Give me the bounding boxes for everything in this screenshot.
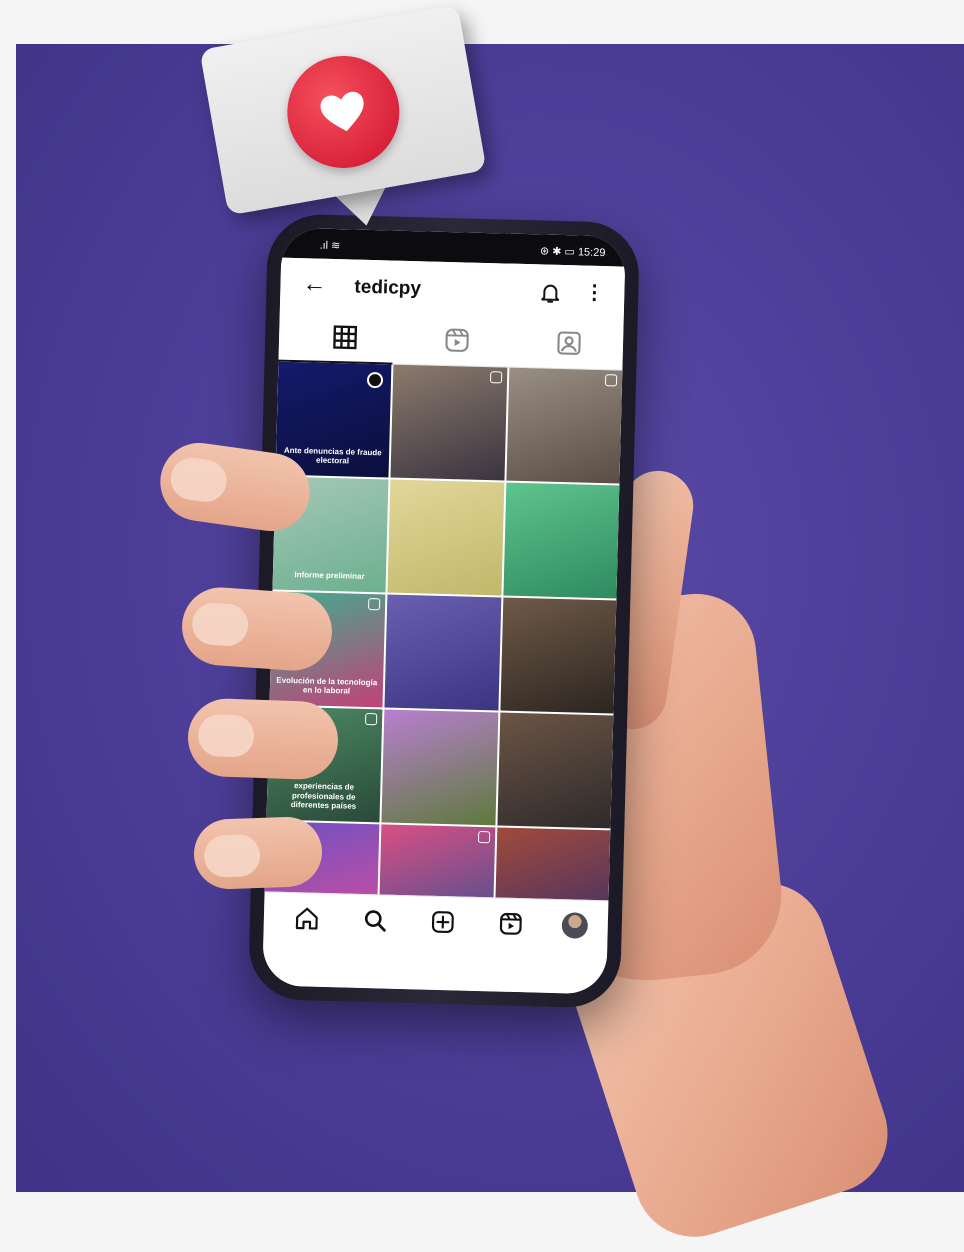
grid-post[interactable] [390, 364, 508, 481]
fingernail [190, 601, 250, 648]
profile-username: tedicpy [354, 276, 422, 300]
status-clock: ⊛ ✱ ▭ 15:29 [539, 245, 606, 260]
gesture-bar-area [262, 941, 608, 995]
reel-badge-icon [477, 830, 490, 844]
grid-post[interactable] [384, 594, 502, 711]
grid-post[interactable] [503, 482, 620, 599]
grid-post[interactable] [387, 479, 505, 596]
bell-icon[interactable] [538, 280, 563, 305]
scene: .ıl ≋ ⊛ ✱ ▭ 15:29 ← tedicpy ⋮ Ante denun… [0, 0, 964, 1252]
grid-post[interactable] [381, 709, 499, 826]
reel-badge-icon [604, 374, 618, 387]
post-caption: Evolución de la tecnología en lo laboral [276, 675, 378, 696]
finger-pinky [192, 815, 324, 891]
grid-icon[interactable] [331, 323, 360, 352]
reel-badge-icon [489, 371, 502, 384]
finger-ring [186, 697, 340, 781]
more-options-icon[interactable]: ⋮ [584, 280, 605, 306]
tagged-icon[interactable] [555, 329, 584, 358]
bottom-navigation [263, 891, 609, 951]
finger-middle [179, 584, 335, 674]
profile-avatar[interactable] [561, 912, 589, 939]
fingernail [203, 833, 261, 878]
fingernail [167, 455, 230, 505]
search-icon[interactable] [362, 907, 389, 934]
home-icon[interactable] [294, 905, 321, 932]
reels-icon[interactable] [497, 911, 524, 938]
reel-badge-icon [365, 712, 378, 726]
grid-post[interactable] [497, 712, 614, 829]
back-arrow-icon[interactable]: ← [302, 270, 327, 299]
signal-wifi-indicators: .ıl ≋ [319, 239, 341, 253]
reels-icon[interactable] [443, 326, 472, 355]
post-caption: experiencias de profesionales de diferen… [290, 781, 357, 812]
pinned-icon [367, 371, 384, 389]
grid-post[interactable] [506, 367, 623, 484]
reel-badge-icon [368, 598, 381, 611]
fingernail [197, 713, 255, 758]
heart-icon [320, 91, 364, 132]
profile-header: ← tedicpy ⋮ [279, 257, 626, 323]
grid-post[interactable] [500, 597, 617, 714]
post-caption: Informe preliminar [294, 570, 365, 582]
create-icon[interactable] [430, 909, 457, 936]
